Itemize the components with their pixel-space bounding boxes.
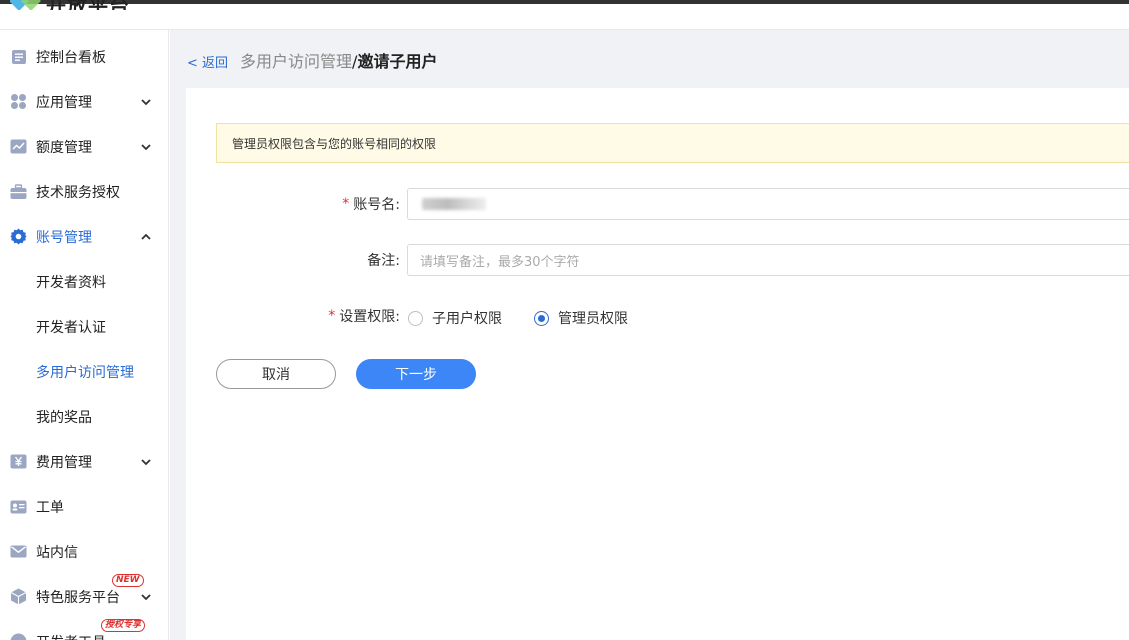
permission-row: * 设置权限: 子用户权限 管理员权限	[186, 300, 1129, 332]
remark-row: 备注: 请填写备注，最多30个字符	[186, 244, 1129, 276]
permission-label-wrap: * 设置权限:	[186, 300, 400, 332]
form-card: 管理员权限包含与您的账号相同的权限 * 账号名: 备注: 请填写备注，最多30个…	[186, 88, 1129, 640]
sidebar-item-label: 开发者工具	[36, 632, 106, 640]
account-row: * 账号名:	[186, 188, 1129, 220]
sidebar-item-label: 站内信	[36, 544, 78, 561]
cancel-button[interactable]: 取消	[216, 359, 336, 389]
chevron-down-icon	[140, 591, 152, 603]
permission-notice: 管理员权限包含与您的账号相同的权限	[216, 123, 1129, 163]
sidebar-item-dashboard[interactable]: 控制台看板	[0, 34, 168, 79]
chevron-up-icon	[140, 231, 152, 243]
sidebar-subitem-dev-profile[interactable]: 开发者资料	[0, 259, 168, 304]
chevron-down-icon	[140, 96, 152, 108]
notice-text: 管理员权限包含与您的账号相同的权限	[232, 136, 437, 151]
sidebar-item-account[interactable]: 账号管理	[0, 214, 168, 259]
permission-label: 设置权限:	[339, 309, 400, 325]
main-content: < 返回 多用户访问管理 / 邀请子用户 管理员权限包含与您的账号相同的权限 *…	[170, 30, 1129, 640]
chevron-down-icon	[140, 141, 152, 153]
account-label-wrap: * 账号名:	[186, 188, 400, 220]
next-button[interactable]: 下一步	[356, 359, 476, 389]
radio-sub-user[interactable]: 子用户权限	[408, 308, 502, 328]
remark-input[interactable]: 请填写备注，最多30个字符	[407, 244, 1129, 276]
sidebar-item-apps[interactable]: 应用管理	[0, 79, 168, 124]
account-label: 账号名:	[353, 197, 400, 213]
chevron-down-icon	[140, 456, 152, 468]
page-title: 邀请子用户	[357, 52, 438, 71]
radio-admin[interactable]: 管理员权限	[534, 308, 628, 328]
sidebar-item-label: 特色服务平台	[36, 589, 120, 606]
radio-label: 管理员权限	[558, 311, 628, 327]
sidebar-subitem-multi-user[interactable]: 多用户访问管理	[0, 349, 168, 394]
yen-icon	[10, 453, 27, 470]
sidebar-subitem-label: 我的奖品	[36, 409, 92, 426]
sidebar-subitem-dev-cert[interactable]: 开发者认证	[0, 304, 168, 349]
sidebar-subitem-label: 开发者认证	[36, 319, 106, 336]
ticket-icon	[10, 498, 27, 515]
sidebar-item-billing[interactable]: 费用管理	[0, 439, 168, 484]
account-input[interactable]	[407, 188, 1129, 220]
top-bar: 开放平台	[0, 0, 1129, 30]
top-border	[0, 0, 1129, 4]
account-value-redacted	[422, 198, 486, 210]
new-badge: NEW	[112, 574, 144, 587]
logo[interactable]: 开放平台	[10, 0, 130, 10]
remark-label-wrap: 备注:	[186, 244, 400, 276]
briefcase-icon	[10, 183, 27, 200]
breadcrumb-parent[interactable]: 多用户访问管理	[240, 48, 352, 72]
logo-mark-icon	[10, 0, 46, 10]
radio-circle-checked	[534, 310, 549, 326]
sidebar-item-label: 费用管理	[36, 454, 92, 471]
logo-text: 开放平台	[46, 0, 130, 10]
sidebar-item-tech-auth[interactable]: 技术服务授权	[0, 169, 168, 214]
back-link[interactable]: < 返回	[187, 52, 228, 71]
radio-label: 子用户权限	[432, 311, 502, 327]
remark-placeholder: 请填写备注，最多30个字符	[420, 254, 580, 270]
gear-icon	[10, 228, 27, 245]
required-mark: *	[342, 196, 350, 212]
sidebar-item-label: 技术服务授权	[36, 184, 120, 201]
apps-icon	[10, 93, 27, 110]
sidebar-item-featured[interactable]: 特色服务平台 NEW	[0, 574, 168, 619]
tools-icon	[10, 633, 27, 640]
sidebar-item-label: 账号管理	[36, 229, 92, 246]
sidebar-item-quota[interactable]: 额度管理	[0, 124, 168, 169]
remark-label: 备注:	[367, 253, 400, 269]
cube-icon	[10, 588, 27, 605]
sidebar-item-label: 额度管理	[36, 139, 92, 156]
dashboard-icon	[10, 48, 27, 65]
sidebar-item-tickets[interactable]: 工单	[0, 484, 168, 529]
sidebar-item-dev-tools[interactable]: 开发者工具 授权专享	[0, 619, 168, 640]
sidebar-item-label: 应用管理	[36, 94, 92, 111]
required-mark: *	[328, 308, 336, 324]
breadcrumb: < 返回 多用户访问管理 / 邀请子用户	[187, 48, 437, 72]
sidebar-subitem-label: 多用户访问管理	[36, 364, 134, 381]
quota-chart-icon	[10, 138, 27, 155]
sidebar-item-label: 控制台看板	[36, 49, 106, 66]
sidebar-item-label: 工单	[36, 499, 64, 516]
sidebar-subitem-label: 开发者资料	[36, 274, 106, 291]
radio-circle	[408, 310, 423, 326]
sidebar: 控制台看板 应用管理 额度管理 技术服务授权 账号管理 开发者资料 开发者认证 …	[0, 30, 169, 640]
sidebar-item-messages[interactable]: 站内信	[0, 529, 168, 574]
sidebar-subitem-prizes[interactable]: 我的奖品	[0, 394, 168, 439]
exclusive-badge: 授权专享	[101, 619, 146, 632]
mail-icon	[10, 543, 27, 560]
